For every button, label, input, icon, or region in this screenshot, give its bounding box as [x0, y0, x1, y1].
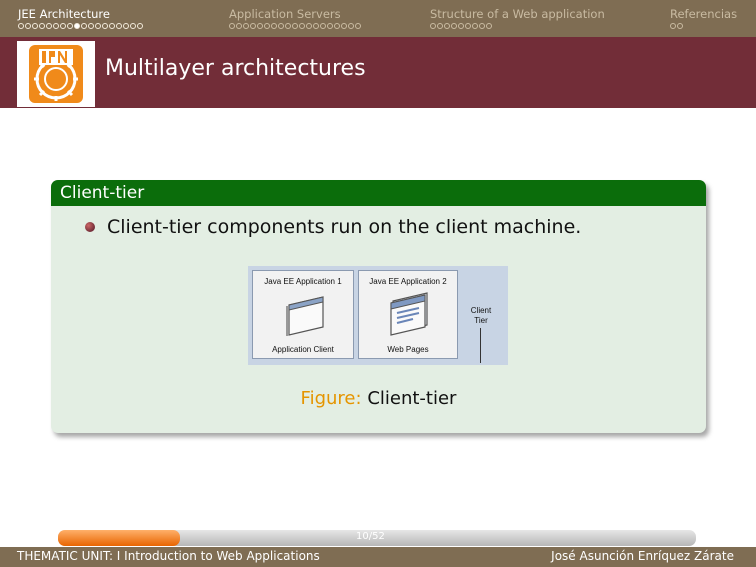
- nav-dot[interactable]: [25, 23, 31, 29]
- bullet-text: Client-tier components run on the client…: [107, 216, 582, 238]
- nav-dot[interactable]: [341, 23, 347, 29]
- figure-app1-box: Java EE Application 1 Application Client: [252, 270, 354, 359]
- footer-course-title: THEMATIC UNIT: I Introduction to Web App…: [17, 549, 320, 563]
- slide-progress-fill: [58, 530, 181, 546]
- client-tier-figure: Java EE Application 1 Application Client…: [248, 266, 508, 365]
- bullet-icon: [85, 222, 95, 232]
- nav-dot[interactable]: [299, 23, 305, 29]
- nav-dot[interactable]: [137, 23, 143, 29]
- nav-dot[interactable]: [60, 23, 66, 29]
- nav-dot[interactable]: [444, 23, 450, 29]
- nav-dot[interactable]: [458, 23, 464, 29]
- nav-dots-jee-architecture[interactable]: [18, 23, 143, 32]
- frame-title: Multilayer architectures: [105, 56, 366, 81]
- nav-dot[interactable]: [465, 23, 471, 29]
- nav-dot[interactable]: [292, 23, 298, 29]
- nav-dot[interactable]: [95, 23, 101, 29]
- web-pages-icon: [390, 292, 428, 336]
- nav-dot[interactable]: [46, 23, 52, 29]
- nav-dot[interactable]: [320, 23, 326, 29]
- nav-dot[interactable]: [430, 23, 436, 29]
- caption-text: Client-tier: [367, 388, 457, 409]
- nav-dot[interactable]: [306, 23, 312, 29]
- ipn-seal-icon: [25, 43, 87, 105]
- client-tier-block: Client-tier Client-tier components run o…: [51, 180, 706, 433]
- nav-dot[interactable]: [479, 23, 485, 29]
- nav-dot[interactable]: [81, 23, 87, 29]
- section-navigation: JEE Architecture Application Servers Str…: [0, 0, 756, 37]
- nav-dots-referencias[interactable]: [670, 23, 683, 32]
- figure-app1-title: Java EE Application 1: [264, 277, 342, 286]
- nav-dot[interactable]: [348, 23, 354, 29]
- nav-dot[interactable]: [271, 23, 277, 29]
- nav-dot[interactable]: [677, 23, 683, 29]
- nav-dot[interactable]: [250, 23, 256, 29]
- nav-dot[interactable]: [229, 23, 235, 29]
- figure-app1-label: Application Client: [272, 345, 334, 354]
- nav-section-jee-architecture[interactable]: JEE Architecture: [18, 7, 110, 21]
- nav-dot[interactable]: [451, 23, 457, 29]
- tier-label-line1: Client: [470, 306, 492, 315]
- nav-dot[interactable]: [472, 23, 478, 29]
- figure-app2-title: Java EE Application 2: [369, 277, 447, 286]
- figure-tier-label: Client Tier: [466, 306, 496, 326]
- application-window-icon: [286, 296, 324, 336]
- nav-dot[interactable]: [116, 23, 122, 29]
- nav-dot[interactable]: [53, 23, 59, 29]
- nav-dot[interactable]: [670, 23, 676, 29]
- caption-prefix: Figure:: [300, 388, 362, 409]
- tier-label-line2: Tier: [474, 316, 488, 325]
- bullet-item: Client-tier components run on the client…: [85, 216, 581, 238]
- nav-dot[interactable]: [278, 23, 284, 29]
- nav-dot[interactable]: [18, 23, 24, 29]
- nav-dot[interactable]: [39, 23, 45, 29]
- nav-dot[interactable]: [67, 23, 73, 29]
- nav-dot[interactable]: [236, 23, 242, 29]
- nav-dot[interactable]: [109, 23, 115, 29]
- footer-author: José Asunción Enríquez Zárate: [551, 549, 734, 563]
- nav-dot[interactable]: [264, 23, 270, 29]
- nav-dot[interactable]: [355, 23, 361, 29]
- nav-dot[interactable]: [88, 23, 94, 29]
- tier-divider: [480, 328, 481, 363]
- nav-section-structure-web-application[interactable]: Structure of a Web application: [430, 7, 605, 21]
- nav-dot[interactable]: [130, 23, 136, 29]
- nav-section-referencias[interactable]: Referencias: [670, 7, 737, 21]
- institution-logo: [17, 41, 95, 107]
- nav-dot[interactable]: [243, 23, 249, 29]
- figure-caption: Figure: Client-tier: [51, 388, 706, 409]
- nav-dot[interactable]: [437, 23, 443, 29]
- nav-dot[interactable]: [285, 23, 291, 29]
- nav-dot[interactable]: [327, 23, 333, 29]
- block-title: Client-tier: [51, 180, 706, 206]
- footer-bar: THEMATIC UNIT: I Introduction to Web App…: [0, 547, 756, 567]
- page-number: 10/52: [356, 531, 385, 542]
- nav-dot[interactable]: [257, 23, 263, 29]
- figure-app2-label: Web Pages: [387, 345, 429, 354]
- nav-section-application-servers[interactable]: Application Servers: [229, 7, 341, 21]
- nav-dot[interactable]: [334, 23, 340, 29]
- figure-app2-box: Java EE Application 2 Web Pages: [358, 270, 458, 359]
- nav-dot[interactable]: [313, 23, 319, 29]
- nav-dot[interactable]: [486, 23, 492, 29]
- nav-dot[interactable]: [74, 23, 80, 29]
- nav-dot[interactable]: [102, 23, 108, 29]
- nav-dot[interactable]: [123, 23, 129, 29]
- nav-dots-structure-web-application[interactable]: [430, 23, 492, 32]
- nav-dot[interactable]: [32, 23, 38, 29]
- nav-dots-application-servers[interactable]: [229, 23, 361, 32]
